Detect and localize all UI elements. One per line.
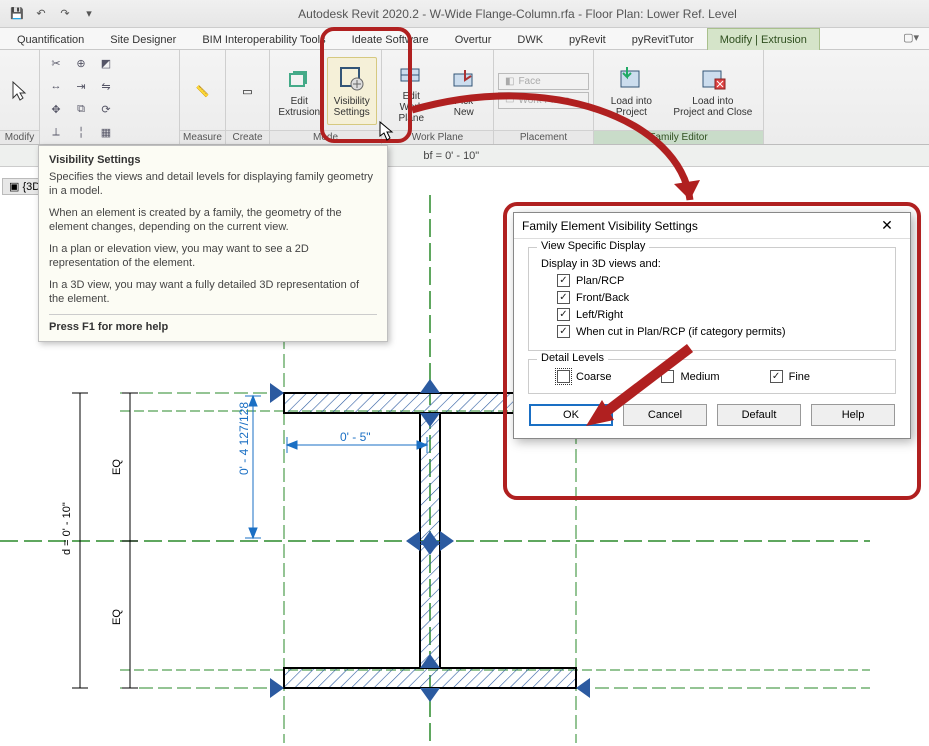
label-display-in: Display in 3D views and: bbox=[541, 258, 885, 270]
tab-dwk[interactable]: DWK bbox=[504, 28, 556, 50]
tooltip-title: Visibility Settings bbox=[49, 154, 377, 166]
ribbon-tabstrip: Quantification Site Designer BIM Interop… bbox=[0, 28, 929, 50]
group-detail-levels: Detail Levels Coarse Medium ✓Fine bbox=[528, 359, 896, 394]
tab-bim-interop[interactable]: BIM Interoperability Tools bbox=[189, 28, 338, 50]
d-label[interactable]: d = 0' - 10" bbox=[61, 502, 73, 555]
panel-create-title: Create bbox=[226, 130, 269, 144]
pick-icon bbox=[449, 64, 479, 94]
dialog-family-visibility: Family Element Visibility Settings ✕ Vie… bbox=[513, 212, 911, 439]
place-on-workplane-button: ▭Work Plane bbox=[498, 92, 589, 109]
visibility-settings-button[interactable]: Visibility Settings bbox=[327, 57, 378, 125]
checkbox-left-right[interactable]: ✓Left/Right bbox=[557, 308, 885, 321]
copy-icon[interactable]: ⧉ bbox=[69, 98, 93, 120]
join-icon[interactable]: ⊕ bbox=[69, 52, 93, 74]
move-icon[interactable]: ✥ bbox=[44, 98, 68, 120]
tooltip-p1: Specifies the views and detail levels fo… bbox=[49, 170, 377, 198]
checkbox-coarse[interactable]: Coarse bbox=[557, 370, 611, 383]
qat-save-icon[interactable]: 💾 bbox=[8, 5, 26, 23]
dialog-title-text: Family Element Visibility Settings bbox=[522, 219, 698, 233]
trim-icon[interactable]: ⟂ bbox=[44, 121, 68, 143]
create-icon: ▭ bbox=[233, 76, 263, 106]
measure-icon: 📏 bbox=[188, 76, 218, 106]
tooltip-f1-help: Press F1 for more help bbox=[49, 314, 377, 333]
checkbox-front-back[interactable]: ✓Front/Back bbox=[557, 291, 885, 304]
panel-modify-title: Modify bbox=[0, 130, 39, 144]
help-button[interactable]: Help bbox=[811, 404, 895, 426]
tab-quantification[interactable]: Quantification bbox=[4, 28, 97, 50]
checkbox-when-cut[interactable]: ✓When cut in Plan/RCP (if category permi… bbox=[557, 325, 885, 338]
titlebar: 💾 ↶ ↷ ▾ Autodesk Revit 2020.2 - W-Wide F… bbox=[0, 0, 929, 28]
tooltip-visibility-settings: Visibility Settings Specifies the views … bbox=[38, 145, 388, 342]
load-into-project-button[interactable]: Load into Project bbox=[598, 57, 665, 125]
create-button[interactable]: ▭ bbox=[230, 57, 265, 125]
close-icon[interactable]: ✕ bbox=[872, 216, 902, 236]
dim-horizontal[interactable]: 0' - 5" bbox=[340, 430, 371, 444]
load-and-close-button[interactable]: Load into Project and Close bbox=[667, 57, 759, 125]
load-project-icon bbox=[616, 64, 646, 94]
dialog-titlebar[interactable]: Family Element Visibility Settings ✕ bbox=[514, 213, 910, 239]
quick-access-toolbar: 💾 ↶ ↷ ▾ bbox=[0, 5, 106, 23]
cut-icon[interactable]: ✂ bbox=[44, 52, 68, 74]
array-icon[interactable]: ▦ bbox=[94, 121, 118, 143]
checkbox-fine[interactable]: ✓Fine bbox=[770, 370, 810, 383]
visibility-icon bbox=[337, 64, 367, 94]
mouse-cursor-icon bbox=[378, 120, 396, 142]
place-on-face-button: ◧Face bbox=[498, 73, 589, 90]
panel-mode-title: Mode bbox=[270, 130, 381, 144]
checkbox-plan-rcp[interactable]: ✓Plan/RCP bbox=[557, 274, 885, 287]
tab-site-designer[interactable]: Site Designer bbox=[97, 28, 189, 50]
tab-pyrevit[interactable]: pyRevit bbox=[556, 28, 619, 50]
rotate-icon[interactable]: ⟳ bbox=[94, 98, 118, 120]
eq-label-1: EQ bbox=[111, 459, 123, 475]
tab-ideate[interactable]: Ideate Software bbox=[339, 28, 442, 50]
cursor-icon bbox=[5, 76, 35, 106]
plane-icon: ▭ bbox=[505, 95, 514, 106]
dim-bf-label[interactable]: bf = 0' - 10" bbox=[423, 150, 479, 162]
window-title: Autodesk Revit 2020.2 - W-Wide Flange-Co… bbox=[106, 7, 929, 21]
split-icon[interactable]: ╎ bbox=[69, 121, 93, 143]
tooltip-p4: In a 3D view, you may want a fully detai… bbox=[49, 278, 377, 306]
panel-measure-title: Measure bbox=[180, 130, 225, 144]
ribbon: Modify ✂ ⊕ ◩ ↔ ⇥ ⇋ ✥ ⧉ ⟳ ⟂ ╎ ▦ ⤢ 📌 ✕ Mod… bbox=[0, 50, 929, 145]
cancel-button[interactable]: Cancel bbox=[623, 404, 707, 426]
tab-modify-extrusion[interactable]: Modify | Extrusion bbox=[707, 28, 820, 50]
mirror-icon[interactable]: ⇋ bbox=[94, 75, 118, 97]
pick-new-button[interactable]: Pick New bbox=[439, 57, 490, 125]
cope-icon[interactable]: ◩ bbox=[94, 52, 118, 74]
group-view-specific: View Specific Display Display in 3D view… bbox=[528, 247, 896, 351]
offset-icon[interactable]: ⇥ bbox=[69, 75, 93, 97]
panel-placement-title: Placement bbox=[494, 130, 593, 144]
tab-panel-toggle-icon[interactable]: ▢▾ bbox=[893, 28, 929, 49]
workplane-edit-icon bbox=[396, 59, 426, 89]
panel-family-editor-title: Family Editor bbox=[594, 130, 763, 144]
measure-button[interactable]: 📏 bbox=[184, 57, 221, 125]
tab-overtur[interactable]: Overtur bbox=[442, 28, 505, 50]
default-button[interactable]: Default bbox=[717, 404, 801, 426]
face-icon: ◧ bbox=[505, 76, 514, 87]
align-icon[interactable]: ↔ bbox=[44, 75, 68, 97]
dim-vertical[interactable]: 0' - 4 127/128 bbox=[237, 402, 251, 475]
tooltip-p2: When an element is created by a family, … bbox=[49, 206, 377, 234]
select-tool[interactable] bbox=[4, 57, 36, 125]
cube-icon: ▣ bbox=[9, 181, 19, 193]
tooltip-p3: In a plan or elevation view, you may wan… bbox=[49, 242, 377, 270]
panel-workplane-title: Work Plane bbox=[382, 130, 493, 144]
qat-redo-icon[interactable]: ↷ bbox=[56, 5, 74, 23]
load-close-icon bbox=[698, 64, 728, 94]
tab-pyrevittutor[interactable]: pyRevitTutor bbox=[619, 28, 707, 50]
qat-undo-icon[interactable]: ↶ bbox=[32, 5, 50, 23]
checkbox-medium[interactable]: Medium bbox=[661, 370, 719, 383]
extrude-icon bbox=[284, 64, 314, 94]
edit-extrusion-button[interactable]: Edit Extrusion bbox=[274, 57, 325, 125]
eq-label-2: EQ bbox=[111, 609, 123, 625]
ok-button[interactable]: OK bbox=[529, 404, 613, 426]
qat-dropdown-icon[interactable]: ▾ bbox=[80, 5, 98, 23]
edit-workplane-button[interactable]: Edit Work Plane bbox=[386, 57, 437, 125]
